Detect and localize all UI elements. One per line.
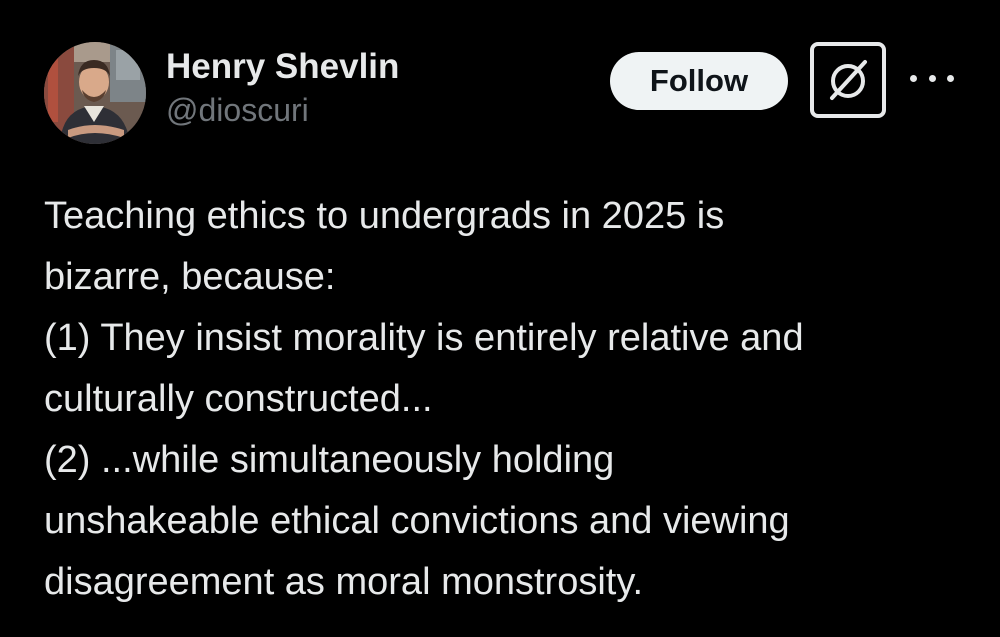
tweet-line: disagreement as moral monstrosity.: [44, 561, 644, 603]
profile-photo-icon: [44, 42, 146, 144]
tweet-line: Teaching ethics to undergrads in 2025 is: [44, 195, 725, 237]
more-options-dot: [928, 74, 936, 82]
tweet-header: Henry Shevlin @dioscuri Follow: [44, 40, 956, 146]
tweet-card: Henry Shevlin @dioscuri Follow Teaching …: [0, 0, 1000, 637]
tweet-line: bizarre, because:: [44, 256, 336, 298]
more-options-button[interactable]: [910, 68, 954, 88]
author-handle[interactable]: @dioscuri: [166, 90, 399, 130]
tweet-line: culturally constructed...: [44, 378, 433, 420]
grok-button[interactable]: [810, 42, 886, 118]
grok-icon: [830, 60, 867, 100]
tweet-line: (2) ...while simultaneously holding: [44, 439, 615, 481]
tweet-line: (1) They insist morality is entirely rel…: [44, 317, 804, 359]
avatar[interactable]: [44, 42, 146, 144]
more-options-dot: [947, 74, 954, 82]
author-names: Henry Shevlin @dioscuri: [166, 46, 399, 130]
more-options-icon: [910, 74, 917, 82]
tweet-text: Teaching ethics to undergrads in 2025 is…: [44, 186, 964, 613]
follow-button[interactable]: Follow: [610, 52, 788, 110]
tweet-line: unshakeable ethical convictions and view…: [44, 500, 790, 542]
author-display-name[interactable]: Henry Shevlin: [166, 46, 399, 88]
